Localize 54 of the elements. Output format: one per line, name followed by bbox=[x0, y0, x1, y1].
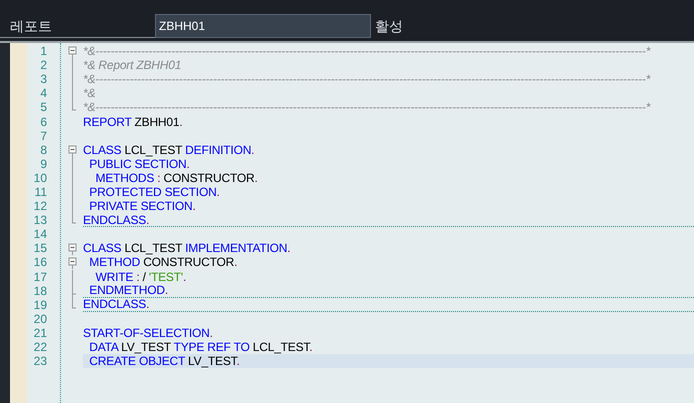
line-number: 20 bbox=[32, 312, 48, 326]
line-number: 6 bbox=[39, 114, 48, 129]
fold-branch-icon bbox=[72, 283, 76, 298]
fold-line-icon bbox=[72, 269, 73, 284]
line-number: 12 bbox=[32, 199, 48, 214]
line-number: 11 bbox=[34, 184, 48, 199]
line-number: 16 bbox=[32, 255, 48, 270]
line-number: 23 bbox=[32, 354, 48, 368]
collapse-icon[interactable] bbox=[68, 244, 76, 256]
code-line: PRIVATE SECTION. bbox=[88, 199, 196, 214]
code-line: CLASS LCL_TEST DEFINITION. bbox=[83, 142, 254, 157]
line-number: 9 bbox=[39, 156, 48, 171]
code-line: METHODS : CONSTRUCTOR. bbox=[94, 170, 258, 185]
code-comment: *& Report ZBHH01 bbox=[83, 58, 182, 72]
code-line: PROTECTED SECTION. bbox=[88, 184, 220, 199]
line-number: 19 bbox=[32, 298, 48, 312]
code-comment: *& bbox=[83, 86, 96, 100]
line-number: 7 bbox=[39, 128, 48, 143]
code-line: REPORT ZBHH01. bbox=[83, 114, 182, 129]
line-number: 3 bbox=[39, 72, 48, 86]
code-comment: *&-------------------------------------------------------------------------------------------------------------------------------------------------* bbox=[83, 72, 650, 86]
line-number: 15 bbox=[32, 241, 48, 256]
code-line: ENDCLASS. bbox=[83, 297, 150, 312]
line-number: 22 bbox=[32, 340, 48, 354]
code-line: WRITE : / 'TEST'. bbox=[94, 270, 186, 284]
line-number: 10 bbox=[32, 170, 48, 185]
line-number: 13 bbox=[32, 213, 48, 228]
line-number: 17 bbox=[32, 270, 48, 284]
code-line: CLASS LCL_TEST IMPLEMENTATION. bbox=[83, 241, 290, 256]
status-text: 활성 bbox=[375, 17, 403, 36]
code-line: ENDMETHOD. bbox=[88, 283, 168, 298]
code-comment: *&-------------------------------------------------------------------------------------------------------------------------------------------------* bbox=[83, 100, 650, 114]
line-number: 2 bbox=[39, 58, 48, 72]
collapse-icon[interactable] bbox=[68, 145, 76, 158]
line-number: 21 bbox=[32, 326, 48, 340]
code-line: METHOD CONSTRUCTOR. bbox=[88, 255, 238, 270]
line-number: 1 bbox=[39, 44, 48, 58]
line-number: 18 bbox=[32, 284, 48, 298]
code-comment: *&-------------------------------------------------------------------------------------------------------------------------------------------------* bbox=[83, 44, 650, 58]
code-line: CREATE OBJECT LV_TEST. bbox=[88, 354, 240, 368]
line-number: 14 bbox=[32, 227, 48, 242]
program-name-field[interactable]: ZBHH01 bbox=[155, 14, 371, 38]
collapse-icon[interactable] bbox=[68, 258, 76, 270]
code-line: DATA LV_TEST TYPE REF TO LCL_TEST. bbox=[88, 340, 312, 354]
code-line: PUBLIC SECTION. bbox=[88, 156, 190, 171]
line-number: 5 bbox=[39, 100, 48, 114]
fold-end-icon bbox=[72, 297, 76, 308]
fold-end-icon bbox=[72, 212, 76, 224]
line-number: 8 bbox=[39, 142, 48, 157]
fold-end-icon bbox=[72, 100, 76, 111]
code-line: ENDCLASS. bbox=[83, 212, 150, 227]
collapse-icon[interactable] bbox=[68, 46, 76, 59]
code-line: START-OF-SELECTION. bbox=[83, 326, 213, 340]
line-number: 4 bbox=[39, 86, 48, 100]
